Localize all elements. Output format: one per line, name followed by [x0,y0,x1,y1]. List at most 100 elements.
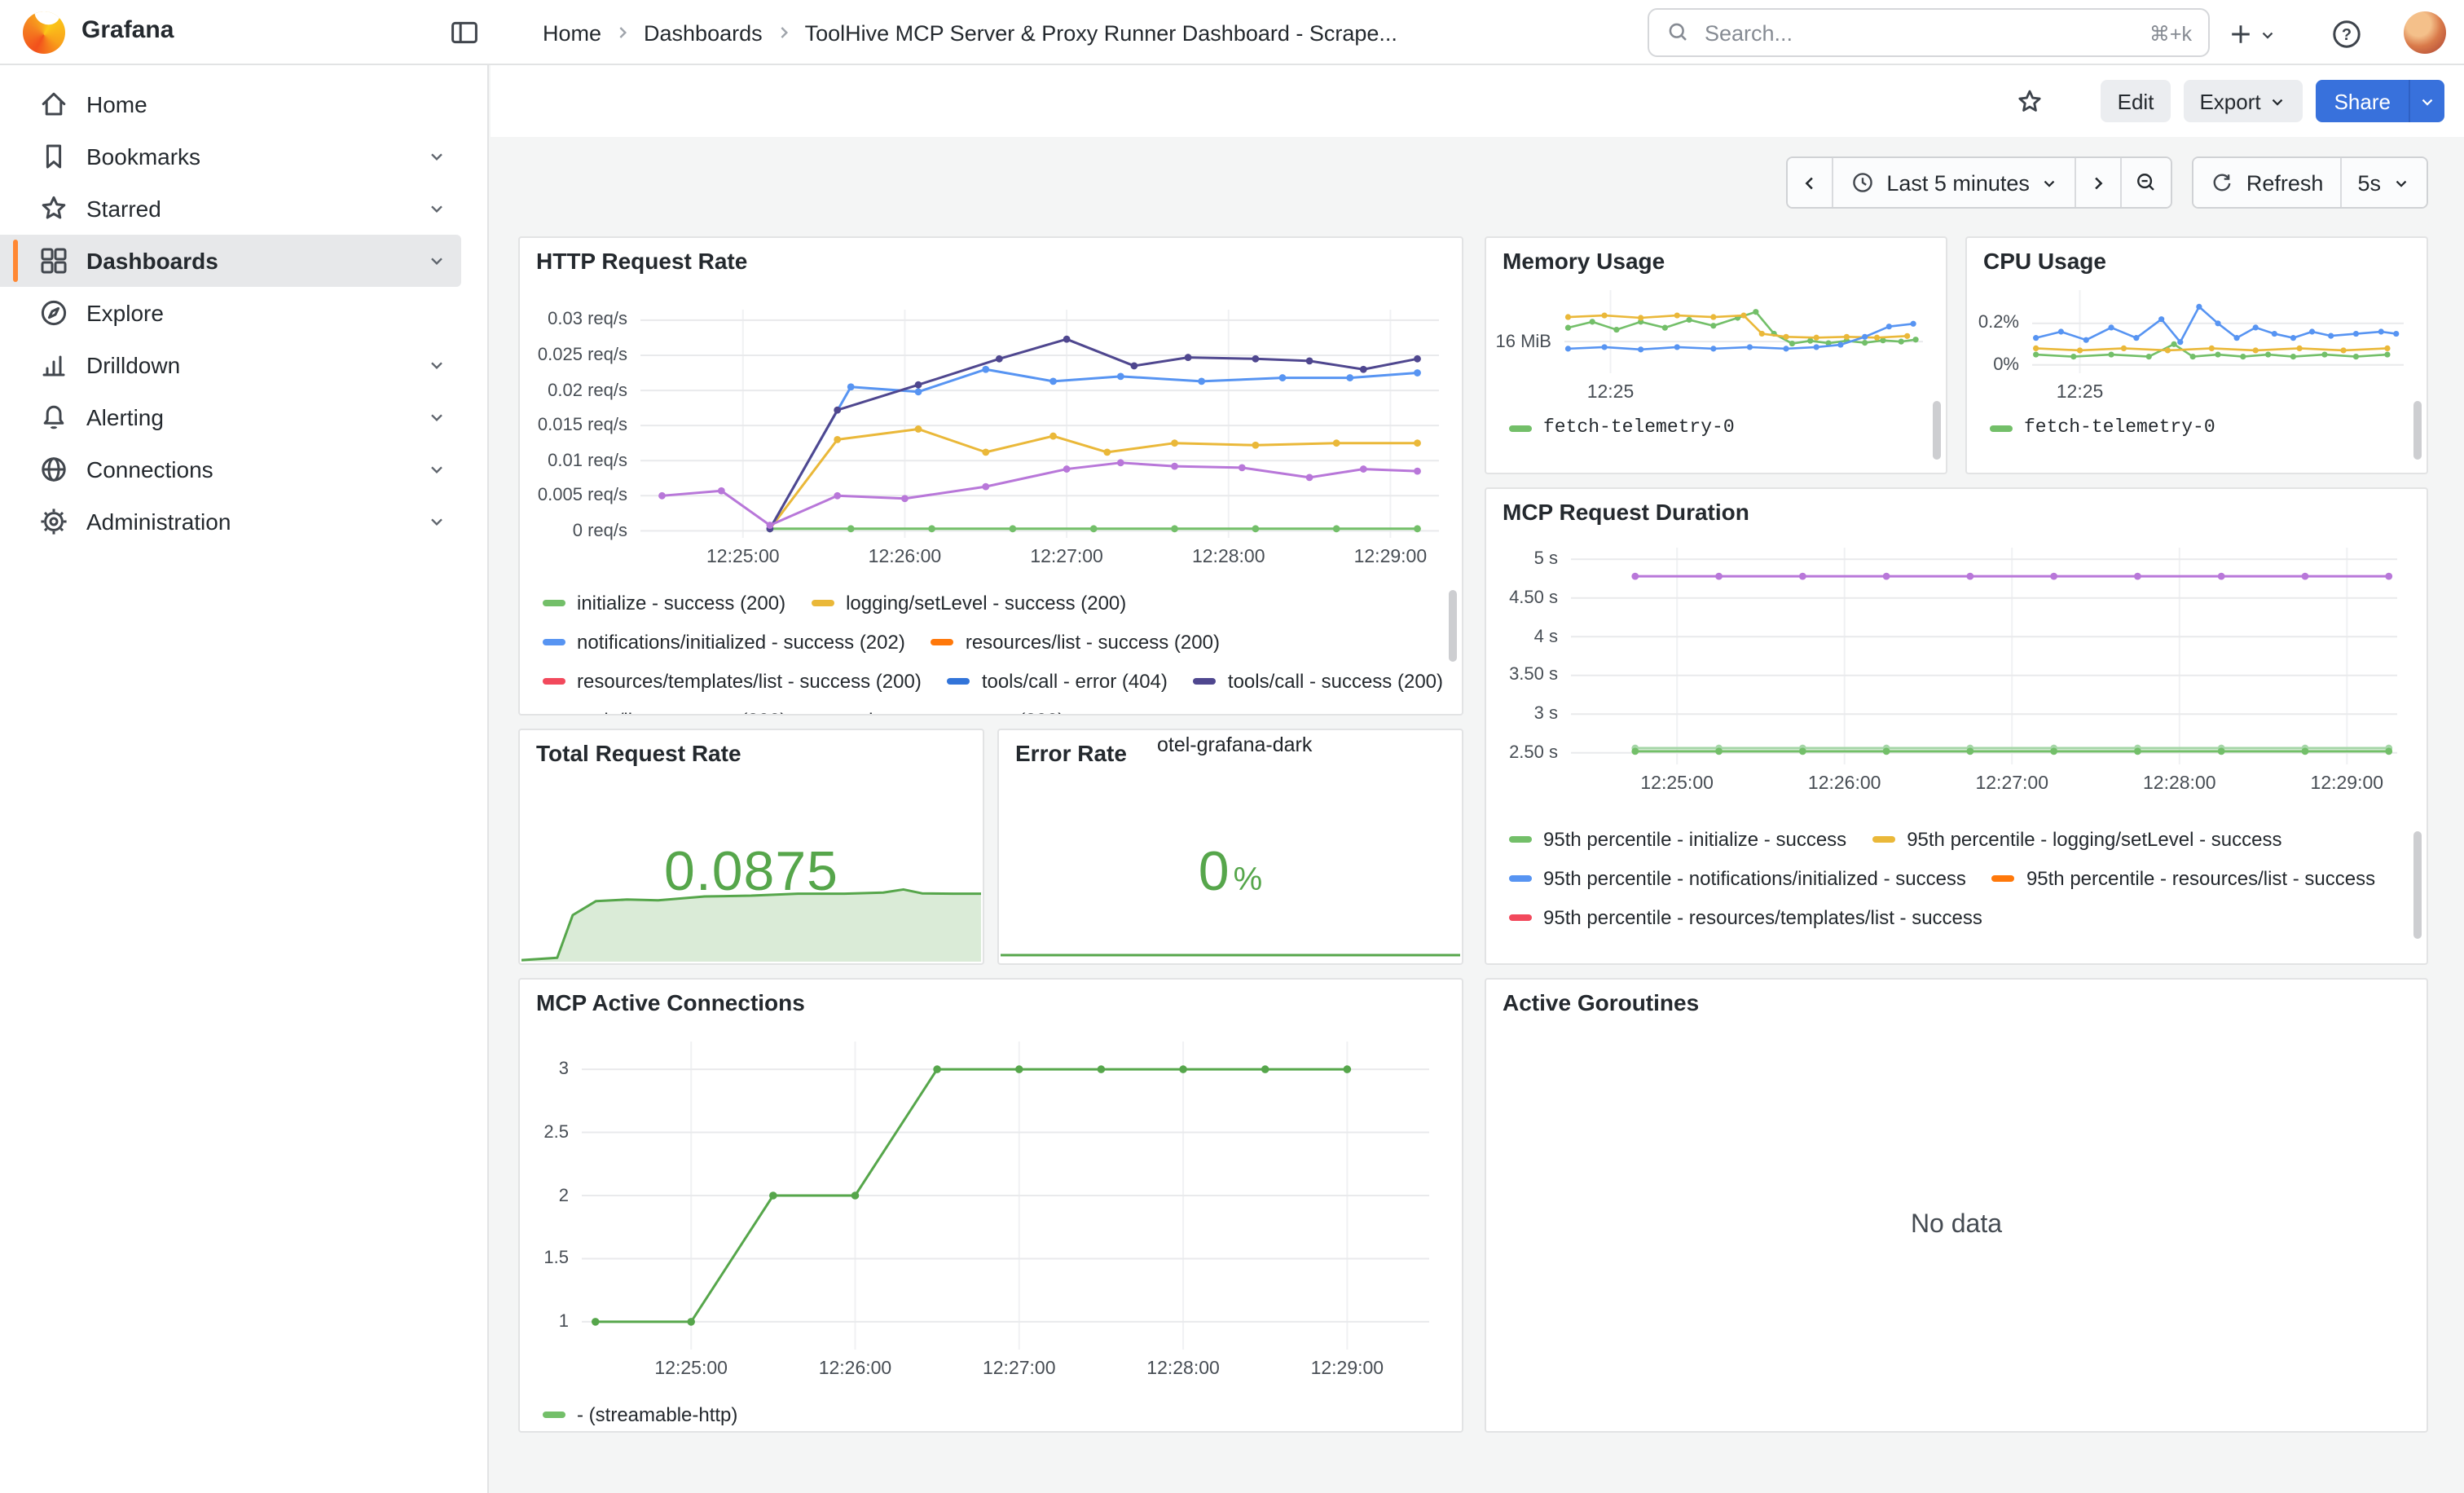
sidebar-item-dashboards[interactable]: Dashboards [0,235,461,287]
legend-item[interactable]: resources/list - success (200) [931,626,1220,657]
scrollbar[interactable] [1449,590,1457,662]
chevron-down-icon[interactable] [425,406,448,429]
error_spark-svg [1001,936,1460,962]
panel-title[interactable]: MCP Request Duration [1486,489,2427,528]
breadcrumb-dashboards[interactable]: Dashboards [644,20,763,45]
legend-item[interactable]: 95th percentile - initialize - success [1509,823,1846,854]
legend-item[interactable]: tools/call - success (200) [1194,665,1443,696]
legend-item[interactable]: resources/templates/list - success (200) [543,665,922,696]
favorite-star-button[interactable] [2007,78,2053,124]
legend-item[interactable]: 95th percentile - logging/setLevel - suc… [1872,823,2281,854]
scrollbar[interactable] [2413,401,2422,460]
refresh-interval-picker[interactable]: 5s [2339,158,2427,207]
legend-item[interactable]: fetch-telemetry-0 [1509,412,1735,443]
memory-usage-chart[interactable]: 12:2516 MiB [1489,284,1933,399]
help-button[interactable]: ? [2330,13,2363,55]
chevron-down-icon[interactable] [425,197,448,220]
chevron-down-icon[interactable] [425,354,448,377]
http-request-rate-chart[interactable]: 12:25:0012:26:0012:27:0012:28:0012:29:00… [526,300,1452,577]
scrollbar[interactable] [1933,401,1941,460]
panel-mcp-request-duration: MCP Request Duration 12:25:00 12:26:00 12:… [1485,487,2428,965]
legend-label: 95th percentile - notifications/initiali… [1543,866,1966,889]
breadcrumb-home[interactable]: Home [543,20,601,45]
no-data-message: No data [1486,1019,2427,1431]
mcp-active-connections-chart[interactable]: 12:25:0012:26:0012:27:0012:28:0012:29:00… [530,1032,1445,1392]
panel-title[interactable]: Active Goroutines [1486,980,2427,1019]
sidebar-item-administration[interactable]: Administration [0,495,461,548]
x-axis-tick-label: 12:29:00 [2281,773,2412,795]
legend-item[interactable]: fetch-telemetry-0 [1990,412,2215,443]
floating-label: otel-grafana-dark [1157,733,1312,756]
sidebar-item-alerting[interactable]: Alerting [0,391,461,443]
gear-icon [37,505,70,538]
panel-title[interactable]: MCP Active Connections [520,980,1462,1019]
legend-marker [948,677,970,684]
scrollbar[interactable] [2413,831,2422,939]
legend-item[interactable]: unknown - success (200) [812,704,1064,714]
cpu-usage-chart[interactable]: 12:250.2%0% [1970,284,2413,399]
legend-item[interactable]: initialize - success (200) [543,587,785,618]
panel-title[interactable]: CPU Usage [1967,238,2427,277]
share-dropdown-button[interactable] [2409,80,2444,122]
edit-button[interactable]: Edit [2101,80,2171,122]
user-avatar[interactable] [2404,11,2446,54]
panel-total-request-rate: Total Request Rate 0.0875 [518,729,984,965]
dock-menu-icon[interactable] [443,13,486,55]
y-axis-tick-label: 5 s [1493,548,1558,570]
grafana-logo-icon[interactable] [23,11,65,54]
chevron-right-icon [774,23,794,42]
y-axis-tick-label: 4.50 s [1493,587,1558,610]
panel-http-request-rate: HTTP Request Rate 12:25:0012:26:0012:27:… [518,236,1463,716]
sidebar-item-home[interactable]: Home [0,78,461,130]
export-button[interactable]: Export [2183,80,2303,122]
panel-title[interactable]: HTTP Request Rate [520,238,1462,277]
x-axis-tick-label: 12:26:00 [1780,773,1910,795]
x-axis-tick-label: 12:25 [1545,381,1675,404]
sidebar-item-connections[interactable]: Connections [0,443,461,495]
chevron-down-icon [2418,92,2436,110]
legend-label: logging/setLevel - success (200) [846,591,1126,614]
legend-item[interactable]: 95th percentile - resources/templates/li… [1509,901,1982,932]
x-axis-tick-label: 12:25:00 [1612,773,1742,795]
time-shift-back-button[interactable] [1787,158,1831,207]
sidebar-item-starred[interactable]: Starred [0,183,461,235]
legend-marker [543,599,565,606]
x-axis-tick-label: 12:26:00 [839,546,970,569]
home-icon [37,88,70,121]
zoom-out-button[interactable] [2121,158,2171,207]
time-shift-forward-button[interactable] [2075,158,2121,207]
legend-item[interactable]: - (streamable-http) [543,1398,737,1429]
sidebar-item-drilldown[interactable]: Drilldown [0,339,461,391]
legend-item[interactable]: 95th percentile - notifications/initiali… [1509,862,1966,893]
legend-item[interactable]: notifications/initialized - success (202… [543,626,905,657]
legend-item[interactable]: 95th percentile - resources/list - succe… [1992,862,2375,893]
sidebar-item-bookmarks[interactable]: Bookmarks [0,130,461,183]
sidebar-item-explore[interactable]: Explore [0,287,461,339]
chevron-down-icon[interactable] [425,510,448,533]
mcp-request-duration-chart[interactable]: 12:25:0012:26:0012:27:0012:28:0012:29:00… [1493,538,2413,807]
share-button[interactable]: Share [2317,80,2409,122]
search-input[interactable]: Search... ⌘+k [1648,8,2210,57]
legend-marker [1194,677,1217,684]
breadcrumb-current-dashboard[interactable]: ToolHive MCP Server & Proxy Runner Dashb… [805,20,1397,45]
brand-title: Grafana [81,16,174,44]
panel-title[interactable]: Total Request Rate [520,730,983,769]
legend-item[interactable]: tools/list - success (200) [543,704,786,714]
clock-icon [1849,170,1875,196]
legend-label: resources/templates/list - success (200) [577,669,922,692]
refresh-button[interactable]: Refresh [2194,158,2340,207]
legend-item[interactable]: logging/setLevel - success (200) [812,587,1126,618]
x-axis-tick-label: 12:28:00 [1164,546,1294,569]
chevron-down-icon [2392,174,2410,192]
add-button[interactable] [2226,13,2277,55]
chevron-down-icon[interactable] [425,249,448,272]
chevron-down-icon[interactable] [425,458,448,481]
breadcrumb: Home Dashboards ToolHive MCP Server & Pr… [543,0,1397,65]
legend-item[interactable]: tools/call - error (404) [948,665,1168,696]
legend-label: resources/list - success (200) [966,630,1220,653]
time-range-picker[interactable]: Last 5 minutes [1831,158,2075,207]
refresh-group: Refresh 5s [2193,156,2428,209]
panel-title[interactable]: Memory Usage [1486,238,1946,277]
x-axis-tick-label: 12:28:00 [2114,773,2245,795]
chevron-down-icon[interactable] [425,145,448,168]
